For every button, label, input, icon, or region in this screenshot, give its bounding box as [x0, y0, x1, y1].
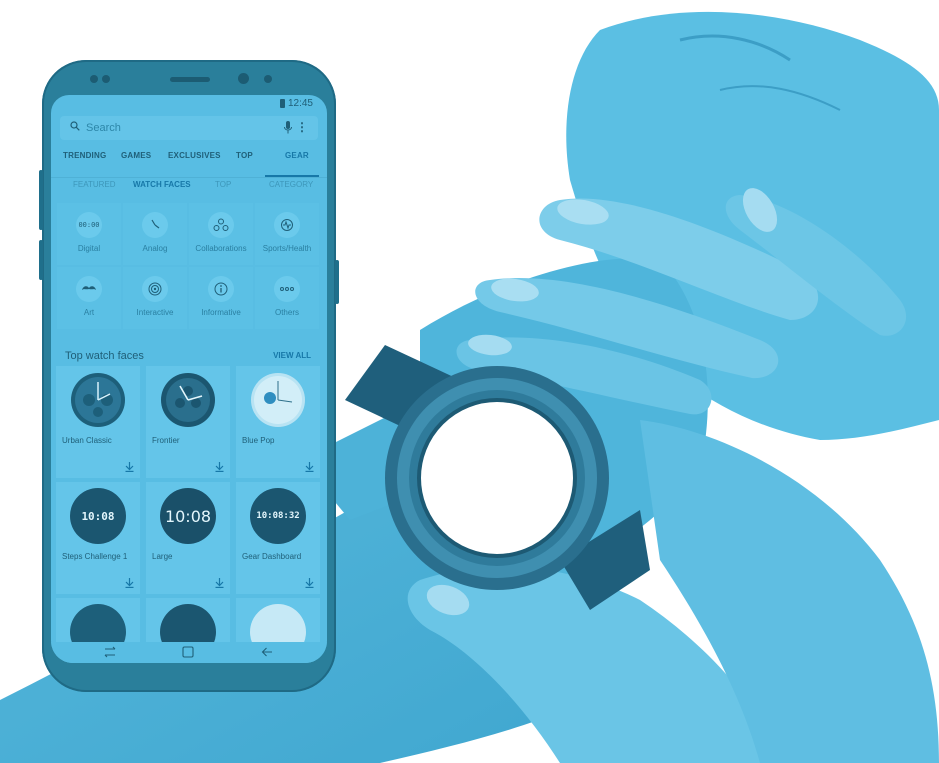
watch-face-name: Urban Classic: [62, 436, 112, 445]
front-camera: [238, 73, 249, 84]
watch-face-time: 10:08: [164, 506, 212, 526]
back-icon[interactable]: [261, 646, 273, 658]
category-digital[interactable]: 00:00 Digital: [57, 203, 121, 265]
watch-face-card[interactable]: Frontier: [146, 366, 230, 478]
download-icon[interactable]: [305, 462, 314, 472]
proximity-sensor: [102, 75, 110, 83]
watch-face-name: Gear Dashboard: [242, 552, 302, 561]
category-label: Art: [83, 308, 95, 317]
earpiece-speaker: [170, 77, 210, 82]
watch-face-large: 10:08: [160, 488, 216, 544]
status-time: 12:45: [287, 98, 313, 109]
watch-face-time: 10:08: [81, 509, 115, 523]
watch-face-blue-pop: [251, 373, 305, 427]
collaborations-icon: [208, 212, 234, 238]
category-sports-health[interactable]: Sports/Health: [255, 203, 319, 265]
watch-face-name: Large: [152, 552, 173, 561]
search-input[interactable]: Search: [86, 122, 121, 134]
watch-face-card[interactable]: Blue Pop: [236, 366, 320, 478]
bixby-button: [39, 240, 43, 280]
sports-health-icon: [274, 212, 300, 238]
recent-apps-icon[interactable]: [103, 646, 117, 658]
category-grid: 00:00 Digital Analog Collaborations Spor…: [57, 203, 321, 331]
sub-tabs: FEATURED WATCH FACES TOP CATEGORY: [51, 180, 327, 200]
watch-face-urban-classic: [71, 373, 125, 427]
info-icon: [208, 276, 234, 302]
category-informative[interactable]: Informative: [189, 267, 253, 329]
microphone-icon[interactable]: [284, 121, 292, 134]
category-interactive[interactable]: Interactive: [123, 267, 187, 329]
more-dots-icon: [274, 276, 300, 302]
watch-face-name: Blue Pop: [242, 436, 275, 445]
tab-top[interactable]: TOP: [236, 151, 253, 160]
subtab-top[interactable]: TOP: [215, 180, 231, 189]
top-watch-faces-title: Top watch faces: [65, 350, 144, 362]
ir-sensor: [264, 75, 272, 83]
download-icon[interactable]: [215, 462, 224, 472]
category-label: Interactive: [136, 308, 174, 317]
watch-face-name: Frontier: [152, 436, 180, 445]
category-analog[interactable]: Analog: [123, 203, 187, 265]
tabs-divider: [51, 177, 327, 178]
home-button-icon[interactable]: [182, 646, 194, 658]
watch-face-card[interactable]: 10:08 Steps Challenge 1: [56, 482, 140, 594]
main-tabs: TRENDING GAMES EXCLUSIVES TOP GEAR: [51, 151, 327, 173]
tab-exclusives[interactable]: EXCLUSIVES: [168, 151, 221, 160]
category-label: Informative: [201, 308, 241, 317]
search-icon: [70, 121, 80, 131]
mustache-icon: [76, 276, 102, 302]
volume-button: [39, 170, 43, 230]
category-label: Digital: [77, 244, 101, 253]
download-icon[interactable]: [215, 578, 224, 588]
target-icon: [142, 276, 168, 302]
watch-face-steps-challenge: 10:08: [70, 488, 126, 544]
battery-icon: [279, 99, 285, 108]
analog-clock-icon: [142, 212, 168, 238]
category-label: Analog: [142, 244, 168, 253]
download-icon[interactable]: [125, 462, 134, 472]
download-icon[interactable]: [305, 578, 314, 588]
power-button: [335, 260, 339, 304]
navigation-bar: [51, 642, 327, 663]
digital-clock-icon: 00:00: [76, 212, 102, 238]
view-all-link[interactable]: VIEW ALL: [273, 351, 311, 360]
category-label: Others: [274, 308, 299, 317]
watch-face-frontier: [161, 373, 215, 427]
more-options-icon[interactable]: ⋮: [296, 121, 308, 133]
watch-face-grid: Urban Classic Frontier Blue Pop 10:08 St…: [56, 366, 322, 663]
category-label: Sports/Health: [262, 244, 312, 253]
watch-face-time: 10:08:32: [256, 511, 300, 521]
category-art[interactable]: Art: [57, 267, 121, 329]
tab-games[interactable]: GAMES: [121, 151, 151, 160]
smartphone: 12:45 Search ⋮ TRENDING GAMES EXCLUSIVES…: [39, 60, 339, 692]
category-label: Collaborations: [195, 244, 247, 253]
status-bar: 12:45: [279, 98, 313, 109]
subtab-featured[interactable]: FEATURED: [73, 180, 116, 189]
phone-screen: 12:45 Search ⋮ TRENDING GAMES EXCLUSIVES…: [51, 95, 327, 663]
watch-face-name: Steps Challenge 1: [62, 552, 128, 561]
subtab-category[interactable]: CATEGORY: [269, 180, 313, 189]
subtab-watch-faces[interactable]: WATCH FACES: [133, 180, 191, 189]
category-collaborations[interactable]: Collaborations: [189, 203, 253, 265]
tab-gear[interactable]: GEAR: [285, 151, 309, 160]
watch-face-card[interactable]: Urban Classic: [56, 366, 140, 478]
iris-sensor: [90, 75, 98, 83]
search-bar[interactable]: Search ⋮: [60, 116, 318, 140]
tab-trending[interactable]: TRENDING: [63, 151, 106, 160]
watch-face-card[interactable]: 10:08:32 Gear Dashboard: [236, 482, 320, 594]
category-others[interactable]: Others: [255, 267, 319, 329]
watch-face-gear-dashboard: 10:08:32: [250, 488, 306, 544]
watch-face-card[interactable]: 10:08 Large: [146, 482, 230, 594]
download-icon[interactable]: [125, 578, 134, 588]
